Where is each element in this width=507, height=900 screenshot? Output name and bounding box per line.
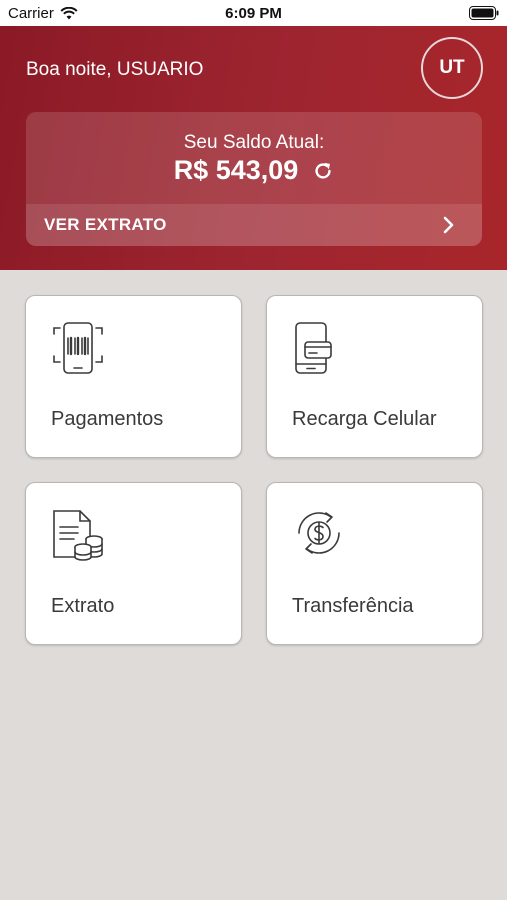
- chevron-right-icon: [443, 216, 454, 234]
- balance-label: Seu Saldo Atual:: [183, 132, 325, 153]
- greeting-text: Boa noite, USUARIO: [26, 59, 204, 80]
- refresh-icon[interactable]: [312, 160, 334, 182]
- document-coins-icon: [53, 510, 103, 561]
- view-statement-label: VER EXTRATO: [44, 215, 167, 234]
- money-transfer-icon: [298, 512, 340, 554]
- balance-row: R$ 543,09: [26, 155, 482, 186]
- payments-label: Pagamentos: [51, 408, 164, 430]
- view-statement-button[interactable]: VER EXTRATO: [26, 204, 482, 246]
- battery-icon: [469, 6, 499, 20]
- transfer-tile[interactable]: Transferência: [266, 482, 483, 645]
- status-bar: Carrier 6:09 PM: [0, 0, 507, 26]
- account-header: Boa noite, USUARIO UT Seu Saldo Atual: R…: [0, 26, 507, 270]
- transfer-label: Transferência: [292, 595, 414, 617]
- payments-tile[interactable]: Pagamentos: [25, 295, 242, 458]
- phone-card-icon: [295, 322, 332, 374]
- statement-label: Extrato: [51, 595, 115, 617]
- user-avatar[interactable]: UT: [421, 37, 483, 99]
- status-time: 6:09 PM: [225, 5, 282, 22]
- balance-value: R$ 543,09: [173, 155, 299, 185]
- statement-tile[interactable]: Extrato: [25, 482, 242, 645]
- phone-recharge-tile[interactable]: Recarga Celular: [266, 295, 483, 458]
- phone-recharge-label: Recarga Celular: [292, 408, 437, 430]
- balance-card: Seu Saldo Atual: R$ 543,09 VER EXTRATO: [26, 112, 482, 246]
- barcode-phone-icon: [53, 322, 103, 374]
